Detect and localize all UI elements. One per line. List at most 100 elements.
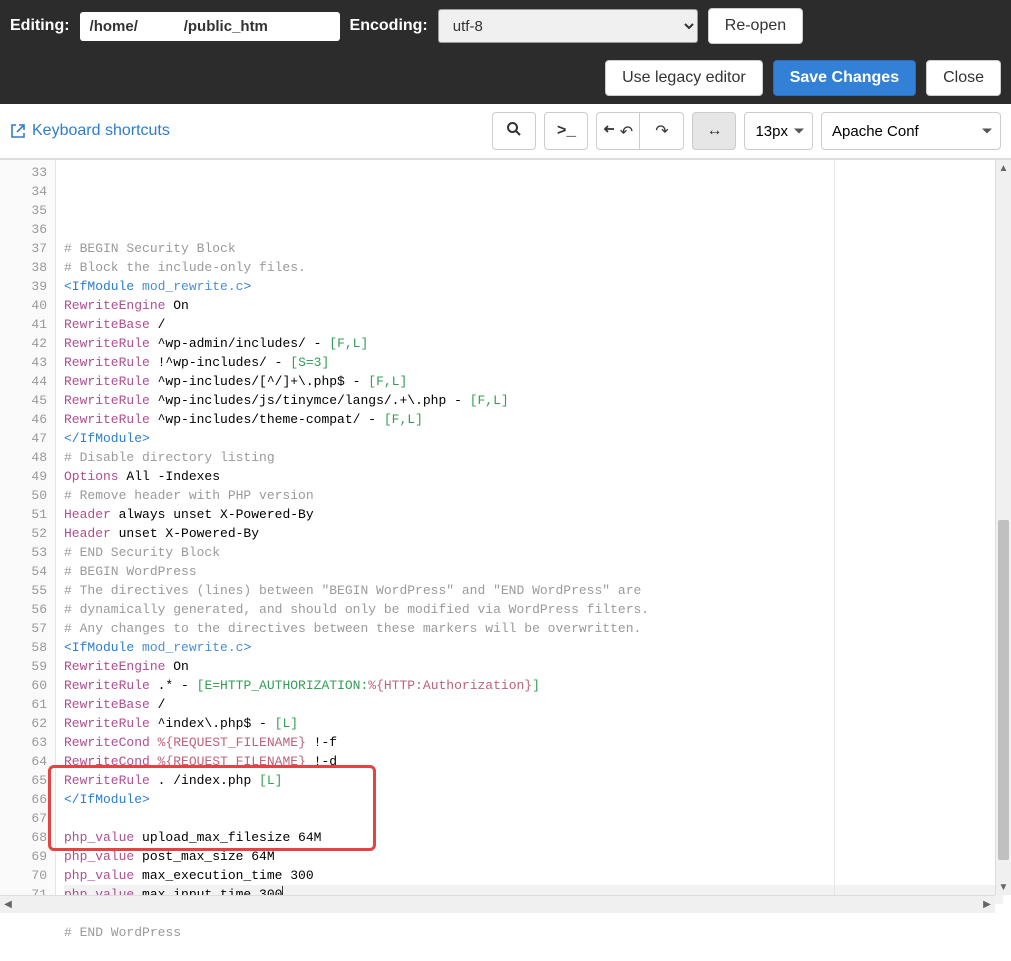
line-number: 44 (0, 372, 47, 391)
line-number: 48 (0, 448, 47, 467)
keyboard-shortcuts-link[interactable]: Keyboard shortcuts (32, 122, 170, 140)
code-line[interactable]: RewriteEngine On (64, 657, 1003, 676)
scroll-right-icon[interactable]: ▶ (979, 896, 995, 913)
line-number: 41 (0, 315, 47, 334)
line-number: 47 (0, 429, 47, 448)
file-path-input[interactable] (80, 12, 340, 41)
code-line[interactable]: # END Security Block (64, 543, 1003, 562)
code-line[interactable]: Header unset X-Powered-By (64, 524, 1003, 543)
scroll-down-icon[interactable]: ▼ (996, 879, 1011, 895)
line-number: 51 (0, 505, 47, 524)
code-line[interactable]: php_value upload_max_filesize 64M (64, 828, 1003, 847)
line-number: 69 (0, 847, 47, 866)
line-number: 56 (0, 600, 47, 619)
line-number: 65 (0, 771, 47, 790)
code-line[interactable]: # Disable directory listing (64, 448, 1003, 467)
line-number: 46 (0, 410, 47, 429)
code-line[interactable]: Options All -Indexes (64, 467, 1003, 486)
code-line[interactable]: </IfModule> (64, 790, 1003, 809)
encoding-label: Encoding: (350, 17, 428, 35)
syntax-mode-select[interactable]: Apache Conf (821, 112, 1001, 150)
line-number: 45 (0, 391, 47, 410)
vertical-scrollbar[interactable]: ▲ ▼ (995, 160, 1011, 895)
code-line[interactable]: RewriteRule .* - [E=HTTP_AUTHORIZATION:%… (64, 676, 1003, 695)
fontsize-value: 13px (755, 123, 788, 140)
code-line[interactable]: RewriteRule . /index.php [L] (64, 771, 1003, 790)
scroll-thumb-vertical[interactable] (998, 520, 1009, 860)
code-line[interactable]: RewriteRule ^wp-includes/theme-compat/ -… (64, 410, 1003, 429)
header-row-2: Use legacy editor Save Changes Close (10, 60, 1001, 96)
code-line[interactable]: # BEGIN WordPress (64, 562, 1003, 581)
code-line[interactable]: # dynamically generated, and should only… (64, 600, 1003, 619)
code-line[interactable] (64, 809, 1003, 828)
horizontal-scrollbar[interactable]: ◀ ▶ (0, 895, 995, 913)
reopen-button[interactable]: Re-open (708, 8, 803, 44)
line-number: 52 (0, 524, 47, 543)
code-line[interactable]: Header always unset X-Powered-By (64, 505, 1003, 524)
code-line[interactable]: RewriteRule ^wp-includes/[^/]+\.php$ - [… (64, 372, 1003, 391)
code-line[interactable]: RewriteRule ^index\.php$ - [L] (64, 714, 1003, 733)
syntax-mode-value: Apache Conf (832, 123, 919, 140)
editor-area[interactable]: 3334353637383940414243444546474849505152… (0, 159, 1011, 899)
search-button[interactable] (492, 112, 536, 150)
code-line[interactable]: RewriteBase / (64, 695, 1003, 714)
code-content[interactable]: # BEGIN Security Block# Block the includ… (56, 160, 1011, 899)
line-number: 68 (0, 828, 47, 847)
line-number: 36 (0, 220, 47, 239)
scroll-up-icon[interactable]: ▲ (996, 160, 1011, 176)
code-line[interactable]: php_value post_max_size 64M (64, 847, 1003, 866)
code-line[interactable]: RewriteBase / (64, 315, 1003, 334)
close-button[interactable]: Close (926, 60, 1001, 96)
search-icon (506, 121, 522, 142)
line-number: 35 (0, 201, 47, 220)
code-line[interactable]: <IfModule mod_rewrite.c> (64, 638, 1003, 657)
wrap-button[interactable]: ↔ (692, 112, 736, 150)
line-number: 57 (0, 619, 47, 638)
save-button[interactable]: Save Changes (773, 60, 916, 96)
terminal-icon: >_ (557, 122, 576, 140)
line-number: 59 (0, 657, 47, 676)
wrap-icon: ↔ (706, 122, 722, 140)
encoding-select[interactable]: utf-8 (438, 9, 698, 43)
undo-button[interactable]: ↶ (596, 112, 640, 150)
line-number: 39 (0, 277, 47, 296)
code-line[interactable]: php_value max_execution_time 300 (64, 866, 1003, 885)
code-line[interactable] (64, 942, 1003, 961)
code-line[interactable]: RewriteCond %{REQUEST_FILENAME} !-d (64, 752, 1003, 771)
code-line[interactable]: # BEGIN Security Block (64, 239, 1003, 258)
code-line[interactable] (64, 220, 1003, 239)
code-line[interactable]: </IfModule> (64, 429, 1003, 448)
scroll-left-icon[interactable]: ◀ (0, 896, 16, 913)
code-line[interactable]: RewriteRule ^wp-admin/includes/ - [F,L] (64, 334, 1003, 353)
code-line[interactable]: # Remove header with PHP version (64, 486, 1003, 505)
code-line[interactable]: # Block the include-only files. (64, 258, 1003, 277)
code-line[interactable]: <IfModule mod_rewrite.c> (64, 277, 1003, 296)
code-line[interactable]: # The directives (lines) between "BEGIN … (64, 581, 1003, 600)
line-number: 38 (0, 258, 47, 277)
line-number: 49 (0, 467, 47, 486)
line-number: 37 (0, 239, 47, 258)
line-number: 53 (0, 543, 47, 562)
line-number: 60 (0, 676, 47, 695)
line-number: 61 (0, 695, 47, 714)
line-number: 33 (0, 163, 47, 182)
line-number: 54 (0, 562, 47, 581)
line-number: 50 (0, 486, 47, 505)
editing-label: Editing: (10, 17, 70, 35)
fontsize-select[interactable]: 13px (744, 112, 813, 150)
line-number: 70 (0, 866, 47, 885)
code-line[interactable]: RewriteEngine On (64, 296, 1003, 315)
redo-button[interactable]: ↷ (640, 112, 684, 150)
code-line[interactable]: RewriteRule !^wp-includes/ - [S=3] (64, 353, 1003, 372)
line-number: 43 (0, 353, 47, 372)
code-line[interactable]: # Any changes to the directives between … (64, 619, 1003, 638)
legacy-editor-button[interactable]: Use legacy editor (605, 60, 763, 96)
line-number: 40 (0, 296, 47, 315)
header-row-1: Editing: Encoding: utf-8 Re-open (10, 8, 1001, 44)
terminal-button[interactable]: >_ (544, 112, 588, 150)
code-line[interactable]: RewriteRule ^wp-includes/js/tinymce/lang… (64, 391, 1003, 410)
code-line[interactable]: # END WordPress (64, 923, 1003, 942)
code-line[interactable]: RewriteCond %{REQUEST_FILENAME} !-f (64, 733, 1003, 752)
line-number: 64 (0, 752, 47, 771)
toolbar-left: Keyboard shortcuts (10, 122, 170, 140)
